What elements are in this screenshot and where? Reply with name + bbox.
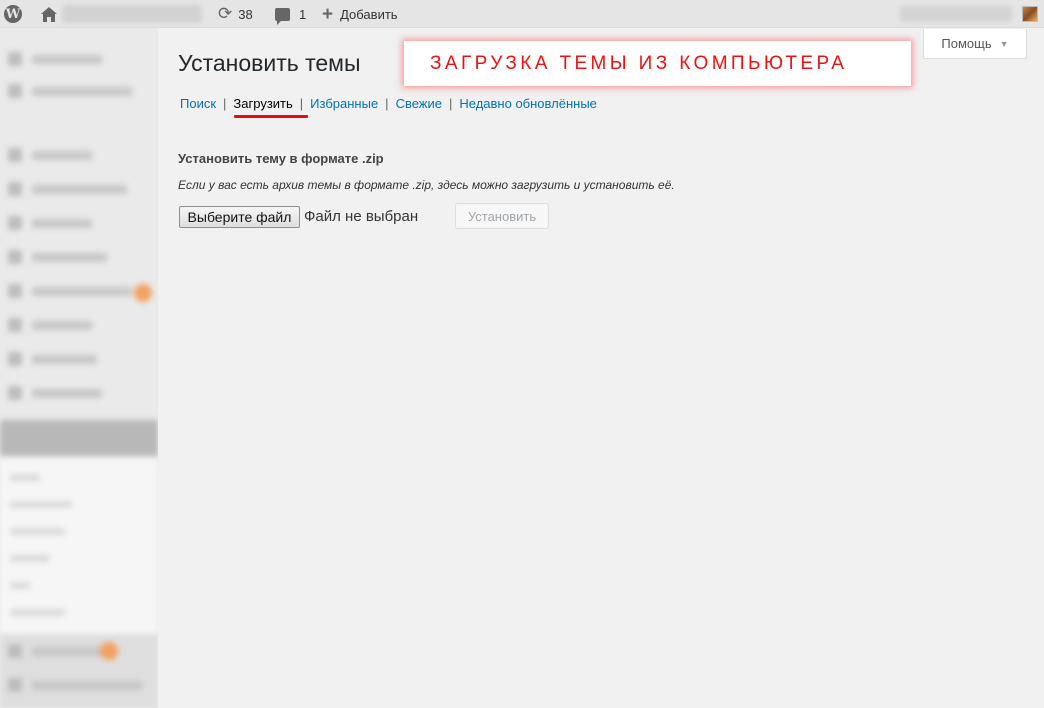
sidebar-item[interactable] <box>8 386 102 400</box>
comments-icon <box>275 7 290 25</box>
help-label: Помощь <box>941 36 992 51</box>
updates-count: 38 <box>238 6 253 22</box>
separator: | <box>385 96 389 111</box>
sidebar-item[interactable] <box>8 148 92 162</box>
upload-description: Если у вас есть архив темы в формате .zi… <box>178 178 675 192</box>
annotation-callout: ЗАГРУЗКА ТЕМЫ ИЗ КОМПЬЮТЕРА <box>404 41 911 86</box>
sidebar-item[interactable] <box>8 318 92 332</box>
sidebar-item[interactable] <box>8 216 92 230</box>
tab-new[interactable]: Свежие <box>396 96 442 111</box>
chevron-down-icon: ▼ <box>999 38 1009 49</box>
upload-heading: Установить тему в формате .zip <box>178 151 384 166</box>
page-title: Установить темы <box>178 50 361 76</box>
file-status-text: Файл не выбран <box>304 208 419 225</box>
updates-icon: ⟳ <box>218 4 233 23</box>
sidebar-item[interactable] <box>8 52 102 66</box>
plus-icon: + <box>322 3 334 25</box>
tab-upload[interactable]: Загрузить <box>233 96 292 111</box>
home-icon[interactable] <box>40 0 58 28</box>
separator: | <box>223 96 227 111</box>
comments-menu[interactable]: 1 <box>275 0 306 28</box>
sidebar-item-appearance[interactable] <box>0 420 158 456</box>
site-name-link[interactable] <box>62 5 202 23</box>
sidebar-badge <box>100 642 118 660</box>
install-button[interactable]: Установить <box>455 203 549 229</box>
sidebar-item[interactable] <box>8 678 142 692</box>
tab-featured[interactable]: Избранные <box>310 96 378 111</box>
choose-file-button[interactable]: Выберите файл <box>179 206 300 228</box>
help-button[interactable]: Помощь ▼ <box>923 29 1027 59</box>
tab-recently-updated[interactable]: Недавно обновлённые <box>459 96 597 111</box>
sidebar-item[interactable] <box>8 644 112 658</box>
sidebar-item[interactable] <box>8 250 107 264</box>
separator: | <box>299 96 304 111</box>
add-new-menu[interactable]: + Добавить <box>322 0 398 28</box>
avatar[interactable] <box>1022 6 1038 22</box>
wordpress-logo-icon[interactable]: W <box>4 0 24 28</box>
admin-sidebar <box>0 28 158 708</box>
add-new-label: Добавить <box>340 6 398 22</box>
sidebar-badge <box>134 284 152 302</box>
admin-bar: W ⟳ 38 1 + Добавить <box>0 0 1044 28</box>
sidebar-submenu <box>0 458 158 634</box>
tab-search[interactable]: Поиск <box>180 96 216 111</box>
sidebar-item[interactable] <box>8 84 132 98</box>
sidebar-item[interactable] <box>8 182 127 196</box>
sidebar-item[interactable] <box>8 352 97 366</box>
upload-tab-highlight <box>234 115 308 118</box>
separator: | <box>448 96 453 111</box>
sidebar-item[interactable] <box>8 284 132 298</box>
comments-count: 1 <box>299 6 307 22</box>
updates-menu[interactable]: ⟳ 38 <box>218 0 253 28</box>
theme-install-subnav: Поиск | Загрузить | Избранные | Свежие |… <box>180 96 597 111</box>
account-menu[interactable] <box>900 6 1012 22</box>
